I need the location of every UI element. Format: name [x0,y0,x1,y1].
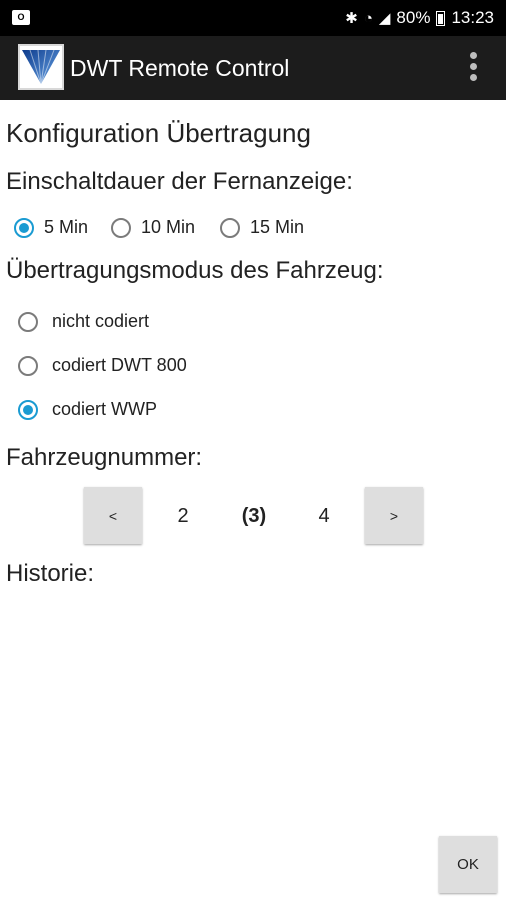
app-title: DWT Remote Control [70,55,290,81]
app-bar: DWT Remote Control [0,36,506,100]
radio-button[interactable] [18,355,38,376]
history-label: Historie: [6,560,95,587]
radio-button[interactable] [18,311,38,332]
ok-button[interactable]: OK [439,836,497,893]
next-vehicle-number: 4 [318,505,330,527]
radio-button[interactable] [111,217,131,238]
radio-label: 5 Min [44,217,89,237]
signal-icon: ◢ [378,10,391,27]
radio-button[interactable] [220,217,240,238]
radio-button[interactable] [14,217,34,238]
outlook-icon: O [12,10,30,25]
status-icons: ✱ ◔ ◢ 80% 13:23 [345,8,494,28]
vehicle-number-label: Fahrzeugnummer: [6,444,203,471]
radio-option-codiert-wwp[interactable]: codiert WWP [18,399,157,420]
battery-icon [436,10,446,26]
display-duration-label: Einschaltdauer der Fernanzeige: [6,168,353,195]
radio-option-5-min[interactable]: 5 Min [14,217,88,238]
status-bar: O ✱ ◔ ◢ 80% 13:23 [0,0,506,36]
radio-label: 15 Min [250,217,305,237]
previous-vehicle-number: 2 [177,505,189,527]
radio-button[interactable] [18,399,38,420]
radio-option-10-min[interactable]: 10 Min [111,217,195,238]
radio-label: codiert WWP [52,399,158,419]
wifi-icon: ◔ [363,9,373,27]
overflow-menu-icon[interactable] [468,52,478,84]
next-vehicle-button[interactable]: > [365,487,423,544]
radio-option-codiert-dwt-800[interactable]: codiert DWT 800 [18,355,187,376]
previous-vehicle-button[interactable]: < [84,487,142,544]
page-title: Konfiguration Übertragung [6,118,311,148]
bluetooth-icon: ✱ [345,10,358,27]
current-vehicle-number: (3) [241,505,267,527]
radio-option-nicht-codiert[interactable]: nicht codiert [18,311,149,332]
radio-label: nicht codiert [52,311,150,331]
app-logo-icon [18,44,64,90]
battery-percent: 80% [396,8,431,27]
clock: 13:23 [451,8,494,27]
transmission-mode-label: Übertragungsmodus des Fahrzeug: [6,257,384,284]
radio-label: codiert DWT 800 [52,355,187,375]
radio-option-15-min[interactable]: 15 Min [220,217,304,238]
radio-label: 10 Min [141,217,196,237]
